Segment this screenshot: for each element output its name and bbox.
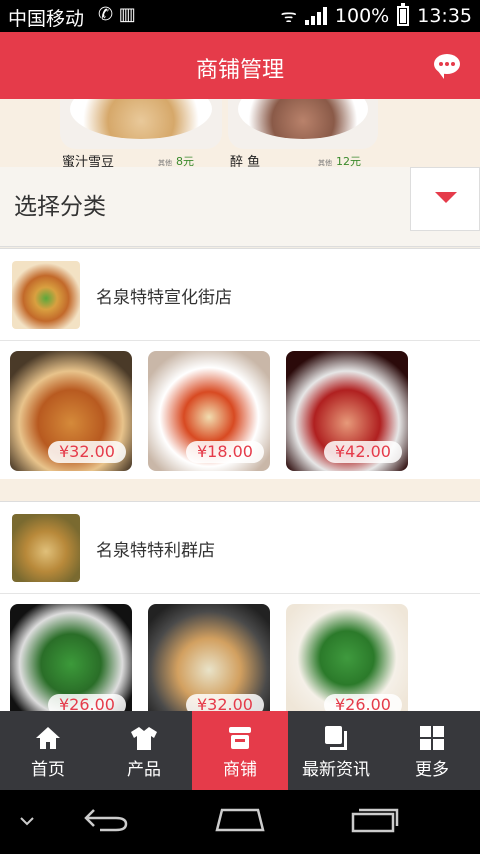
price-tag: ¥32.00 xyxy=(186,694,264,711)
banner-image-2 xyxy=(228,99,378,149)
price-tag: ¥26.00 xyxy=(324,694,402,711)
category-dropdown-button[interactable] xyxy=(410,167,480,231)
store-name: 名泉特特利群店 xyxy=(96,541,215,561)
nav-label: 商铺 xyxy=(223,760,257,780)
product-card[interactable]: ¥42.00 xyxy=(286,351,408,471)
category-label: 选择分类 xyxy=(14,194,106,220)
price-tag: ¥32.00 xyxy=(48,441,126,463)
nav-label: 首页 xyxy=(31,760,65,780)
bottom-nav: 首页 产品 商铺 最新资讯 更多 xyxy=(0,711,480,790)
nav-label: 最新资讯 xyxy=(302,760,370,780)
call-icon: ✆ ▥ xyxy=(98,4,136,25)
store-thumbnail xyxy=(12,261,80,329)
back-icon[interactable] xyxy=(82,806,130,834)
store-thumbnail xyxy=(12,514,80,582)
price-tag: ¥42.00 xyxy=(324,441,402,463)
product-row: ¥32.00 ¥18.00 ¥42.00 xyxy=(0,341,480,479)
product-row: ¥26.00 ¥32.00 ¥26.00 xyxy=(0,594,480,711)
price-tag: ¥18.00 xyxy=(186,441,264,463)
recent-apps-icon[interactable] xyxy=(350,804,400,834)
nav-shop[interactable]: 商铺 xyxy=(192,711,288,790)
nav-products[interactable]: 产品 xyxy=(96,711,192,790)
nav-news[interactable]: 最新资讯 xyxy=(288,711,384,790)
nav-more[interactable]: 更多 xyxy=(384,711,480,790)
home-icon xyxy=(36,727,60,749)
category-selector[interactable]: 选择分类 xyxy=(0,167,480,247)
carrier-name: 中国移动 xyxy=(8,8,85,30)
news-icon xyxy=(325,726,347,750)
promo-banner[interactable]: 蜜汁雪豆 其他 8元 醉 鱼 其他 12元 xyxy=(0,99,480,170)
product-card[interactable]: ¥32.00 xyxy=(148,604,270,711)
product-card[interactable]: ¥26.00 xyxy=(10,604,132,711)
store-card[interactable]: 名泉特特利群店 ¥26.00 ¥32.00 ¥26.00 xyxy=(0,501,480,711)
shirt-icon xyxy=(131,727,157,750)
home-nav-icon[interactable] xyxy=(214,806,266,832)
product-card[interactable]: ¥26.00 xyxy=(286,604,408,711)
main-content[interactable]: 蜜汁雪豆 其他 8元 醉 鱼 其他 12元 选择分类 名泉特特宣化街店 ¥32.00… xyxy=(0,99,480,711)
banner-image-1 xyxy=(60,99,222,149)
clock: 13:35 xyxy=(417,5,472,27)
chat-bubble-icon[interactable] xyxy=(434,54,460,79)
store-name: 名泉特特宣化街店 xyxy=(96,288,232,308)
system-nav-bar xyxy=(0,790,480,854)
nav-label: 更多 xyxy=(415,760,449,780)
battery-percent: 100% xyxy=(334,5,390,27)
store-header[interactable]: 名泉特特宣化街店 xyxy=(0,249,480,341)
status-bar: 中国移动 ✆ ▥ ᯤ 100% 13:35 xyxy=(0,0,480,32)
wifi-icon: ᯤ xyxy=(280,6,297,27)
section-divider xyxy=(0,479,480,501)
status-right: ᯤ 100% 13:35 xyxy=(280,3,472,28)
battery-icon xyxy=(397,3,410,26)
page-title: 商铺管理 xyxy=(195,58,284,83)
nav-home[interactable]: 首页 xyxy=(0,711,96,790)
store-card[interactable]: 名泉特特宣化街店 ¥32.00 ¥18.00 ¥42.00 xyxy=(0,248,480,479)
price-tag: ¥26.00 xyxy=(48,694,126,711)
signal-icon xyxy=(304,7,327,25)
dropdown-triangle-icon xyxy=(435,192,457,203)
product-card[interactable]: ¥32.00 xyxy=(10,351,132,471)
grid-icon xyxy=(420,726,444,750)
chevron-down-icon[interactable] xyxy=(20,816,34,826)
product-card[interactable]: ¥18.00 xyxy=(148,351,270,471)
shop-icon xyxy=(229,727,251,749)
app-header: 商铺管理 xyxy=(0,32,480,99)
nav-label: 产品 xyxy=(127,760,161,780)
store-header[interactable]: 名泉特特利群店 xyxy=(0,502,480,594)
